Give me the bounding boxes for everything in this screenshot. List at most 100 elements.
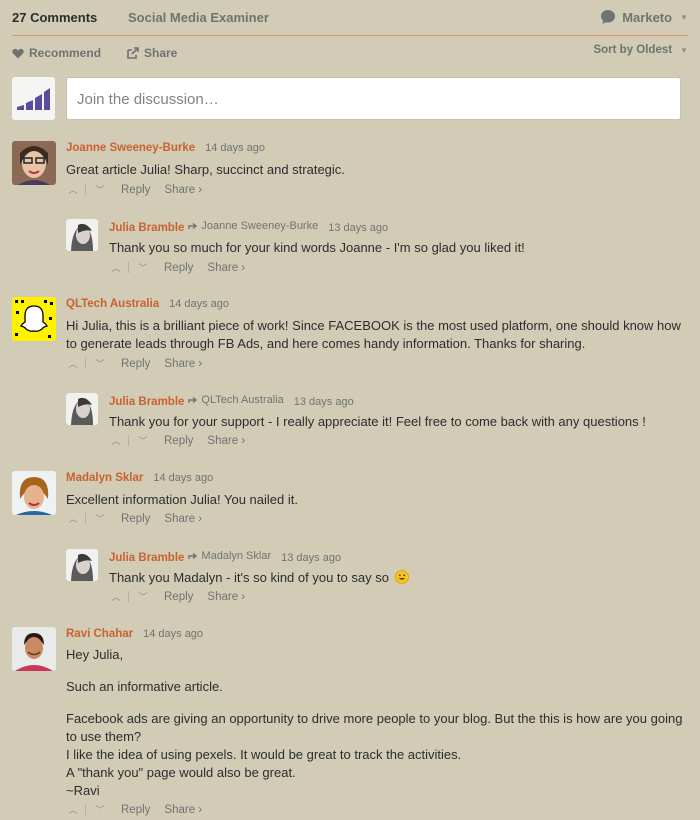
- comment-time[interactable]: 13 days ago: [328, 222, 388, 234]
- comment-text: Thank you Madalyn - it's so kind of you …: [109, 570, 389, 585]
- share-link[interactable]: Share ›: [164, 804, 202, 816]
- downvote-icon[interactable]: ﹀: [93, 803, 107, 816]
- comment-body: Thank you Madalyn - it's so kind of you …: [109, 569, 409, 587]
- comment-paragraph: Facebook ads are giving an opportunity t…: [66, 711, 683, 744]
- upvote-icon[interactable]: ︿: [109, 590, 123, 603]
- in-reply-to[interactable]: Madalyn Sklar: [188, 550, 271, 562]
- upvote-icon[interactable]: ︿: [66, 803, 80, 816]
- comment-meta: Julia Bramble Madalyn Sklar 13 days ago: [109, 550, 341, 564]
- avatar[interactable]: [66, 549, 98, 581]
- comment-footer: ︿ ﹀ Reply Share ›: [109, 261, 245, 274]
- discussion-input[interactable]: Join the discussion…: [66, 77, 681, 120]
- in-reply-to[interactable]: QLTech Australia: [188, 394, 284, 406]
- upvote-icon[interactable]: ︿: [109, 261, 123, 274]
- vote-divider: [128, 262, 129, 273]
- author-name[interactable]: Joanne Sweeney-Burke: [66, 142, 195, 154]
- comment-footer: ︿ ﹀ Reply Share ›: [66, 183, 202, 196]
- reply-arrow-icon: [188, 552, 198, 559]
- reply-button[interactable]: Reply: [121, 804, 150, 816]
- upvote-icon[interactable]: ︿: [66, 357, 80, 370]
- parent-author: Joanne Sweeney-Burke: [201, 220, 319, 232]
- share-link[interactable]: Share ›: [164, 513, 202, 525]
- share-link[interactable]: Share ›: [164, 184, 202, 196]
- vote-divider: [85, 804, 86, 815]
- reply-comment: Julia Bramble Joanne Sweeney-Burke 13 da…: [66, 219, 686, 259]
- avatar[interactable]: [66, 219, 98, 251]
- comment-line: ~Ravi: [66, 783, 100, 798]
- reply-button[interactable]: Reply: [164, 591, 193, 603]
- upvote-icon[interactable]: ︿: [66, 183, 80, 196]
- reply-arrow-icon: [188, 396, 198, 403]
- comment: Ravi Chahar 14 days ago Hey Julia, Such …: [12, 627, 692, 798]
- author-name[interactable]: Madalyn Sklar: [66, 472, 143, 484]
- reply-arrow-icon: [188, 222, 198, 229]
- reply-button[interactable]: Reply: [121, 184, 150, 196]
- share-icon: [127, 47, 139, 59]
- share-label: Share: [144, 46, 178, 60]
- comment-time[interactable]: 13 days ago: [294, 396, 354, 408]
- downvote-icon[interactable]: ﹀: [93, 512, 107, 525]
- comment-time[interactable]: 13 days ago: [281, 552, 341, 564]
- comment-paragraph: Great article Julia! Sharp, succinct and…: [66, 162, 345, 177]
- in-reply-to[interactable]: Joanne Sweeney-Burke: [188, 220, 318, 232]
- downvote-icon[interactable]: ﹀: [93, 183, 107, 196]
- comment-meta: Joanne Sweeney-Burke 14 days ago: [66, 142, 265, 154]
- tab-community[interactable]: Social Media Examiner: [128, 10, 269, 25]
- reply-button[interactable]: Reply: [164, 435, 193, 447]
- user-menu[interactable]: Marketo ▼: [600, 9, 688, 25]
- recommend-button[interactable]: Recommend: [12, 46, 101, 60]
- reply-button[interactable]: Reply: [164, 262, 193, 274]
- comment-footer: ︿ ﹀ Reply Share ›: [66, 357, 202, 370]
- vote-divider: [85, 513, 86, 524]
- comment-footer: ︿ ﹀ Reply Share ›: [109, 434, 245, 447]
- comment-meta: Julia Bramble QLTech Australia 13 days a…: [109, 394, 354, 408]
- avatar[interactable]: [66, 393, 98, 425]
- avatar[interactable]: [12, 141, 56, 185]
- comment-time[interactable]: 14 days ago: [205, 142, 265, 154]
- share-link[interactable]: Share ›: [207, 262, 245, 274]
- comment-line: A "thank you" page would also be great.: [66, 765, 296, 780]
- upvote-icon[interactable]: ︿: [109, 434, 123, 447]
- comment-time[interactable]: 14 days ago: [153, 472, 213, 484]
- share-button[interactable]: Share: [127, 46, 177, 60]
- parent-author: Madalyn Sklar: [201, 550, 272, 562]
- comment-time[interactable]: 14 days ago: [143, 628, 203, 640]
- downvote-icon[interactable]: ﹀: [136, 434, 150, 447]
- parent-author: QLTech Australia: [201, 394, 284, 406]
- reply-button[interactable]: Reply: [121, 358, 150, 370]
- reply-button[interactable]: Reply: [121, 513, 150, 525]
- avatar[interactable]: [12, 471, 56, 515]
- author-name[interactable]: Julia Bramble: [109, 222, 184, 234]
- chevron-down-icon: ▼: [680, 12, 688, 22]
- reply-comment: Julia Bramble QLTech Australia 13 days a…: [66, 393, 686, 433]
- sort-label: Sort by Oldest: [593, 44, 673, 56]
- comment-meta: QLTech Australia 14 days ago: [66, 298, 229, 310]
- upvote-icon[interactable]: ︿: [66, 512, 80, 525]
- user-name: Marketo: [622, 9, 673, 25]
- author-name[interactable]: Julia Bramble: [109, 396, 184, 408]
- author-name[interactable]: Julia Bramble: [109, 552, 184, 564]
- share-link[interactable]: Share ›: [164, 358, 202, 370]
- heart-icon: [12, 48, 24, 58]
- comment-time[interactable]: 14 days ago: [169, 298, 229, 310]
- avatar[interactable]: [12, 627, 56, 671]
- reply-comment: Julia Bramble Madalyn Sklar 13 days ago …: [66, 549, 686, 589]
- vote-divider: [85, 358, 86, 369]
- comment-footer: ︿ ﹀ Reply Share ›: [66, 512, 202, 525]
- author-name[interactable]: Ravi Chahar: [66, 628, 133, 640]
- comment-line: I like the idea of using pexels. It woul…: [66, 747, 462, 762]
- author-name[interactable]: QLTech Australia: [66, 298, 159, 310]
- comment-paragraph: Hi Julia, this is a brilliant piece of w…: [66, 318, 681, 351]
- downvote-icon[interactable]: ﹀: [136, 261, 150, 274]
- downvote-icon[interactable]: ﹀: [136, 590, 150, 603]
- vote-divider: [85, 184, 86, 195]
- tab-comments[interactable]: 27 Comments: [12, 10, 97, 25]
- comment-composer: Join the discussion…: [12, 77, 681, 121]
- downvote-icon[interactable]: ﹀: [93, 357, 107, 370]
- share-link[interactable]: Share ›: [207, 435, 245, 447]
- share-link[interactable]: Share ›: [207, 591, 245, 603]
- user-bubble-icon: [601, 10, 616, 24]
- sort-dropdown[interactable]: Sort by Oldest ▼: [593, 44, 688, 56]
- avatar[interactable]: [12, 297, 56, 341]
- comment-meta: Madalyn Sklar 14 days ago: [66, 472, 213, 484]
